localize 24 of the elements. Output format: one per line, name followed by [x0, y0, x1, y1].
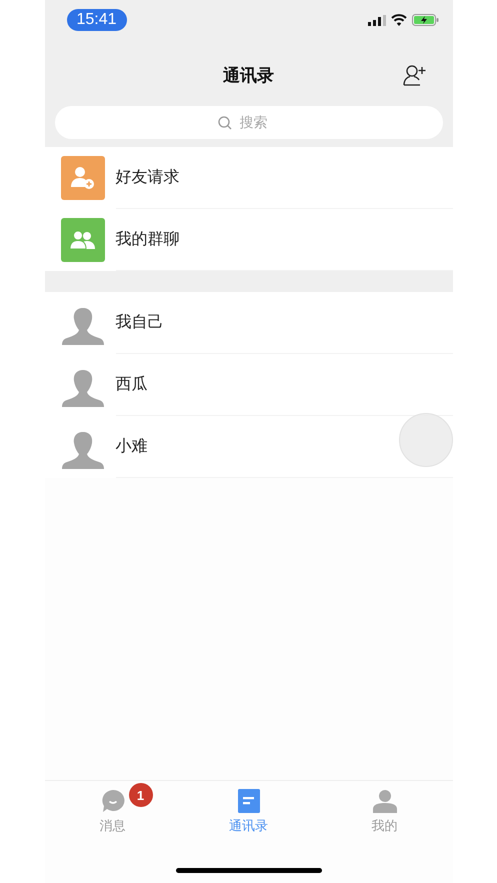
group-icon [68, 230, 96, 250]
search-icon [218, 116, 232, 130]
battery-icon [412, 14, 438, 26]
status-time: 15:41 [66, 9, 127, 31]
contact-item[interactable]: 我自己 [44, 292, 452, 354]
unread-badge: 1 [128, 783, 152, 807]
search-bar[interactable]: 搜索 [54, 106, 442, 139]
page-title: 通讯录 [223, 64, 274, 86]
contact-name: 我自己 [116, 292, 452, 354]
chat-bubble-icon [100, 789, 124, 813]
shortcut-label: 好友请求 [116, 147, 452, 209]
signal-icon [368, 14, 386, 26]
add-person-icon [70, 165, 96, 191]
avatar-icon [60, 430, 104, 470]
tab-item[interactable]: 1 消息 [44, 781, 180, 843]
document-icon [238, 789, 260, 813]
person-icon [372, 789, 396, 813]
avatar-icon [60, 306, 104, 346]
avatar-icon [60, 368, 104, 408]
shortcut-item[interactable]: 好友请求 [44, 147, 452, 209]
contact-item[interactable]: 西瓜 [44, 354, 452, 416]
search-input[interactable]: 搜索 [240, 114, 280, 130]
add-person-icon[interactable] [402, 64, 426, 86]
wifi-icon [390, 14, 406, 26]
